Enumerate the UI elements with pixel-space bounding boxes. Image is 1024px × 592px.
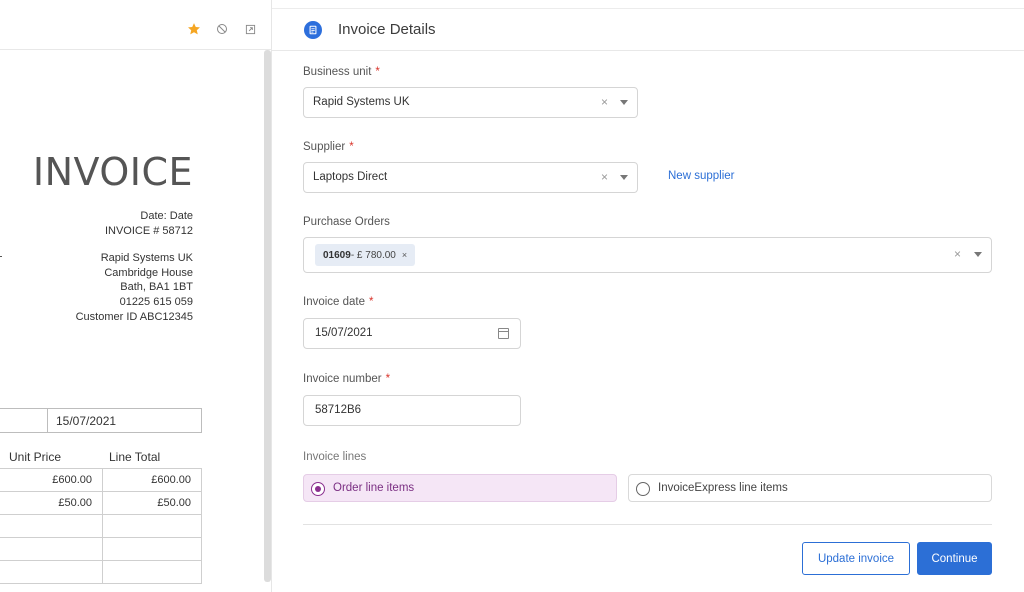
line-total-cell: £600.00 xyxy=(102,468,202,492)
top-strip xyxy=(272,0,1024,9)
invoice-preview-pane: INVOICE Date: Date INVOICE # 58712 Rapid… xyxy=(0,0,272,592)
clear-icon[interactable]: × xyxy=(954,247,961,261)
invoice-date-label: Invoice date * xyxy=(303,296,374,308)
table-row: £50.00 £50.00 xyxy=(0,491,202,515)
invoice-number-label-text: Invoice number xyxy=(303,373,382,385)
date-table-value: 15/07/2021 xyxy=(47,408,202,433)
table-row xyxy=(0,537,202,561)
supplier-select[interactable]: Laptops Direct × xyxy=(303,162,638,193)
block-icon[interactable] xyxy=(215,22,229,36)
invoice-address: Rapid Systems UK Cambridge House Bath, B… xyxy=(76,251,193,325)
document-icon xyxy=(304,21,322,39)
purchase-orders-select[interactable]: 01609 - £ 780.00 × × xyxy=(303,237,992,273)
invoice-date-field[interactable]: 15/07/2021 xyxy=(303,318,521,349)
line-total-cell xyxy=(102,537,202,561)
invoice-number-line: INVOICE # 58712 xyxy=(104,224,193,237)
required-marker: * xyxy=(349,141,354,153)
preview-scrollbar[interactable] xyxy=(264,50,271,582)
invoice-lines-label: Invoice lines xyxy=(303,451,367,463)
remove-tag-icon[interactable]: × xyxy=(402,250,407,260)
invoice-date-line: Date: Date xyxy=(140,210,193,222)
table-row: £600.00 £600.00 xyxy=(0,468,202,492)
address-line: Bath, BA1 1BT xyxy=(120,281,193,294)
business-unit-label-text: Business unit xyxy=(303,66,372,78)
invoice-date-label-text: Invoice date xyxy=(303,296,366,308)
invoice-number-field[interactable]: 58712B6 xyxy=(303,395,521,426)
purchase-order-amount: - £ 780.00 xyxy=(350,249,396,261)
required-marker: * xyxy=(369,296,374,308)
unit-price-cell: £600.00 xyxy=(0,468,103,492)
order-line-items-option[interactable]: Order line items xyxy=(303,474,617,502)
business-unit-select[interactable]: Rapid Systems UK × xyxy=(303,87,638,118)
calendar-icon[interactable] xyxy=(498,328,509,339)
radio-unselected-icon[interactable] xyxy=(636,482,650,496)
invoice-title: INVOICE xyxy=(32,150,193,194)
invoice-meta: Date: Date INVOICE # 58712 xyxy=(105,209,193,238)
unit-price-cell xyxy=(0,514,103,538)
chevron-down-icon[interactable] xyxy=(974,252,982,257)
invoice-number-value: 58712B6 xyxy=(315,404,362,416)
supplier-value: Laptops Direct xyxy=(313,171,388,183)
page-title: Invoice Details xyxy=(338,21,436,38)
unit-price-cell xyxy=(0,560,103,584)
unit-price-cell xyxy=(0,537,103,561)
table-row xyxy=(0,514,202,538)
star-icon[interactable] xyxy=(187,22,201,36)
business-unit-value: Rapid Systems UK xyxy=(313,96,410,108)
order-line-items-label: Order line items xyxy=(333,482,415,494)
chevron-down-icon[interactable] xyxy=(620,175,628,180)
purchase-order-tag: 01609 - £ 780.00 × xyxy=(315,244,416,266)
unit-price-cell: £50.00 xyxy=(0,491,103,515)
address-line: Rapid Systems UK xyxy=(100,252,193,264)
continue-button[interactable]: Continue xyxy=(917,542,992,575)
purchase-orders-label: Purchase Orders xyxy=(303,216,390,228)
business-unit-label: Business unit * xyxy=(303,66,380,78)
line-total-cell xyxy=(102,560,202,584)
preview-toolbar xyxy=(0,8,272,50)
preview-lines-table: £600.00 £600.00 £50.00 £50.00 xyxy=(0,468,202,584)
date-table-cell xyxy=(0,408,48,433)
line-total-cell xyxy=(102,514,202,538)
clear-icon[interactable]: × xyxy=(601,170,608,184)
invoiceexpress-line-items-label: InvoiceExpress line items xyxy=(658,482,788,494)
chevron-down-icon[interactable] xyxy=(620,100,628,105)
margin-mark xyxy=(0,256,2,257)
radio-selected-icon[interactable] xyxy=(311,482,325,496)
supplier-label: Supplier * xyxy=(303,141,354,153)
invoice-number-label: Invoice number * xyxy=(303,373,390,385)
preview-date-table: 15/07/2021 xyxy=(0,408,202,433)
details-header: Invoice Details xyxy=(272,9,1024,51)
required-marker: * xyxy=(375,66,380,78)
update-invoice-button[interactable]: Update invoice xyxy=(802,542,910,575)
line-total-header: Line Total xyxy=(109,450,161,464)
invoiceexpress-line-items-option[interactable]: InvoiceExpress line items xyxy=(628,474,992,502)
new-supplier-link[interactable]: New supplier xyxy=(668,170,734,182)
required-marker: * xyxy=(385,373,391,385)
divider xyxy=(303,524,992,525)
address-line: Cambridge House xyxy=(104,266,193,279)
invoice-date-value: 15/07/2021 xyxy=(315,327,373,339)
line-total-cell: £50.00 xyxy=(102,491,202,515)
supplier-label-text: Supplier xyxy=(303,141,346,153)
clear-icon[interactable]: × xyxy=(601,95,608,109)
purchase-order-id: 01609 xyxy=(323,249,351,261)
unit-price-header: Unit Price xyxy=(9,450,62,464)
expand-icon[interactable] xyxy=(243,22,257,36)
address-line: 01225 615 059 xyxy=(119,296,193,309)
address-line: Customer ID ABC12345 xyxy=(75,310,193,323)
table-row xyxy=(0,560,202,584)
